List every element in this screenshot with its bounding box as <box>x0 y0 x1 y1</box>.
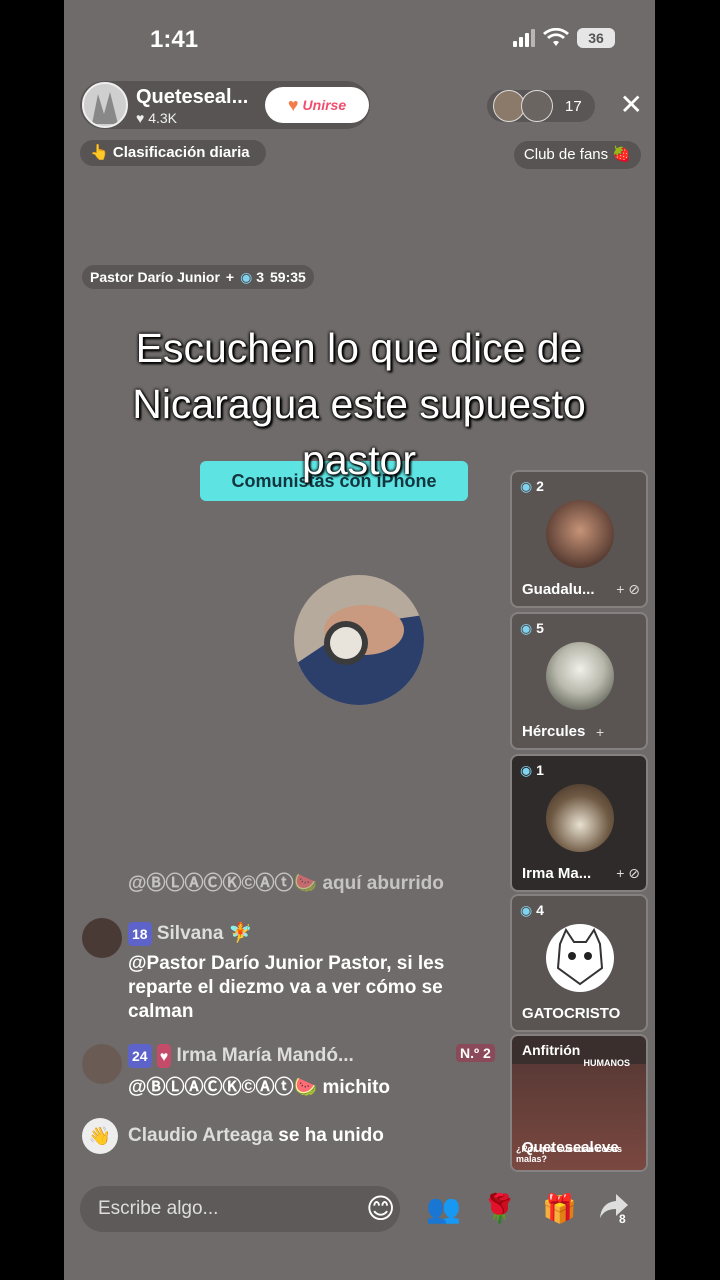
status-icons: 36 <box>513 28 615 48</box>
add-icon[interactable]: + <box>226 265 234 289</box>
status-time: 1:41 <box>150 26 199 53</box>
guest-tile[interactable]: ◉ 1 Irma Ma... + ⊘ <box>510 754 648 892</box>
comment-header: 18 Silvana 🧚 <box>128 922 252 946</box>
gift-icon[interactable]: 🎁 <box>542 1192 577 1225</box>
poster-top-text: HUMANOS <box>583 1058 631 1068</box>
join-button[interactable]: ♥ Unirse <box>265 87 369 123</box>
main-speaker-avatar[interactable] <box>294 575 424 705</box>
comment-user[interactable]: Silvana 🧚 <box>157 923 252 944</box>
host-tile[interactable]: Anfitrión HUMANOS ¿Por qué sucedan cosas… <box>510 1034 648 1172</box>
host-tile-name: Quetesealeve <box>522 1139 619 1156</box>
guest-tile[interactable]: ◉ 2 Guadalu... + ⊘ <box>510 470 648 608</box>
guest-name: Pastor Darío Junior <box>90 269 220 285</box>
fan-club-label: Club de fans <box>523 146 609 163</box>
tile-name: Irma Ma... <box>522 865 592 882</box>
overlay-caption: Escuchen lo que dice de Nicaragua este s… <box>132 325 586 483</box>
guest-viewers: ◉ 3 <box>240 269 265 285</box>
tile-name: Guadalu... <box>522 581 595 598</box>
comment-text: @ⒷⓁⒶⒸⓀ©Ⓐⓣ🍉 michito <box>128 1077 391 1098</box>
guest-timer: 59:35 <box>270 269 306 285</box>
join-notice-text: Claudio Arteaga se ha unido <box>128 1124 384 1148</box>
rose-icon[interactable]: 🌹 <box>482 1192 517 1225</box>
fan-badge: ♥ <box>156 1044 172 1068</box>
host-likes-count: 4.3K <box>148 110 178 126</box>
tile-badge: ◉ 4 <box>520 902 544 918</box>
battery-indicator: 36 <box>577 28 615 48</box>
host-tile-label: Anfitrión <box>522 1042 581 1058</box>
guest-tile[interactable]: ◉ 5 Hércules + <box>510 612 648 750</box>
tile-badge: ◉ 1 <box>520 762 544 778</box>
share-count: 8 <box>619 1212 626 1226</box>
tile-avatar <box>546 642 614 710</box>
host-avatar[interactable] <box>82 82 128 128</box>
host-name[interactable]: Queteseal... <box>136 86 248 109</box>
guests-icon[interactable]: 👥 <box>426 1192 461 1225</box>
emoji-icon[interactable]: 😊 <box>366 1192 395 1225</box>
tile-badge: ◉ 2 <box>520 478 544 494</box>
joined-user[interactable]: Claudio Arteaga <box>128 1125 273 1146</box>
level-badge: 24 <box>128 1044 152 1068</box>
close-icon[interactable]: ✕ <box>620 88 643 121</box>
joined-text: se ha unido <box>278 1125 384 1146</box>
comment-input[interactable]: Escribe algo... <box>80 1186 400 1232</box>
live-stream-screen: 1:41 36 Queteseal... ♥ 4.3K ♥ Unirse 17 … <box>64 0 655 1280</box>
viewer-avatar <box>521 90 553 122</box>
rank-badge: N.º 2 <box>456 1044 495 1062</box>
mic-off-icon: + ⊘ <box>616 581 640 597</box>
comment-text: @Pastor Darío Junior Pastor, si les repa… <box>128 953 445 1022</box>
wifi-icon <box>543 28 569 46</box>
comment-avatar[interactable] <box>82 1044 122 1084</box>
viewer-count: 17 <box>565 97 582 115</box>
tile-avatar <box>546 784 614 852</box>
wave-icon: 👋 <box>82 1118 118 1154</box>
comment-text: @ⒷⓁⒶⒸⓀ©Ⓐⓣ🍉 aquí aburrido <box>128 873 444 894</box>
comment-header: 24 ♥ Irma María Mandó... <box>128 1044 354 1068</box>
tile-badge: ◉ 5 <box>520 620 544 636</box>
signal-icon <box>513 29 535 47</box>
guest-label[interactable]: Pastor Darío Junior + ◉ 3 59:35 <box>82 265 314 289</box>
host-likes: ♥ 4.3K <box>136 110 178 126</box>
comment-user[interactable]: Irma María Mandó... <box>176 1045 353 1066</box>
mic-off-icon: + ⊘ <box>616 865 640 881</box>
heart-plus-icon: ♥ <box>287 94 299 115</box>
comment-avatar[interactable] <box>82 918 122 958</box>
tile-avatar <box>546 500 614 568</box>
join-label: Unirse <box>302 97 347 113</box>
ranking-label: Clasificación diaria <box>112 144 250 161</box>
guest-tile[interactable]: ◉ 4 GATOCRISTO <box>510 894 648 1032</box>
viewer-avatars[interactable]: 17 <box>487 90 595 122</box>
level-badge: 18 <box>128 922 152 946</box>
tile-name: GATOCRISTO <box>522 1005 621 1022</box>
tile-name: Hércules <box>522 723 586 740</box>
fan-club-button[interactable]: Club de fans 🍓 <box>513 141 641 169</box>
daily-ranking[interactable]: 👆 Clasificación diaria <box>80 140 266 166</box>
add-icon[interactable]: + <box>596 724 604 740</box>
fan-club-icon: 🍓 <box>612 146 631 163</box>
tile-avatar <box>546 924 614 992</box>
